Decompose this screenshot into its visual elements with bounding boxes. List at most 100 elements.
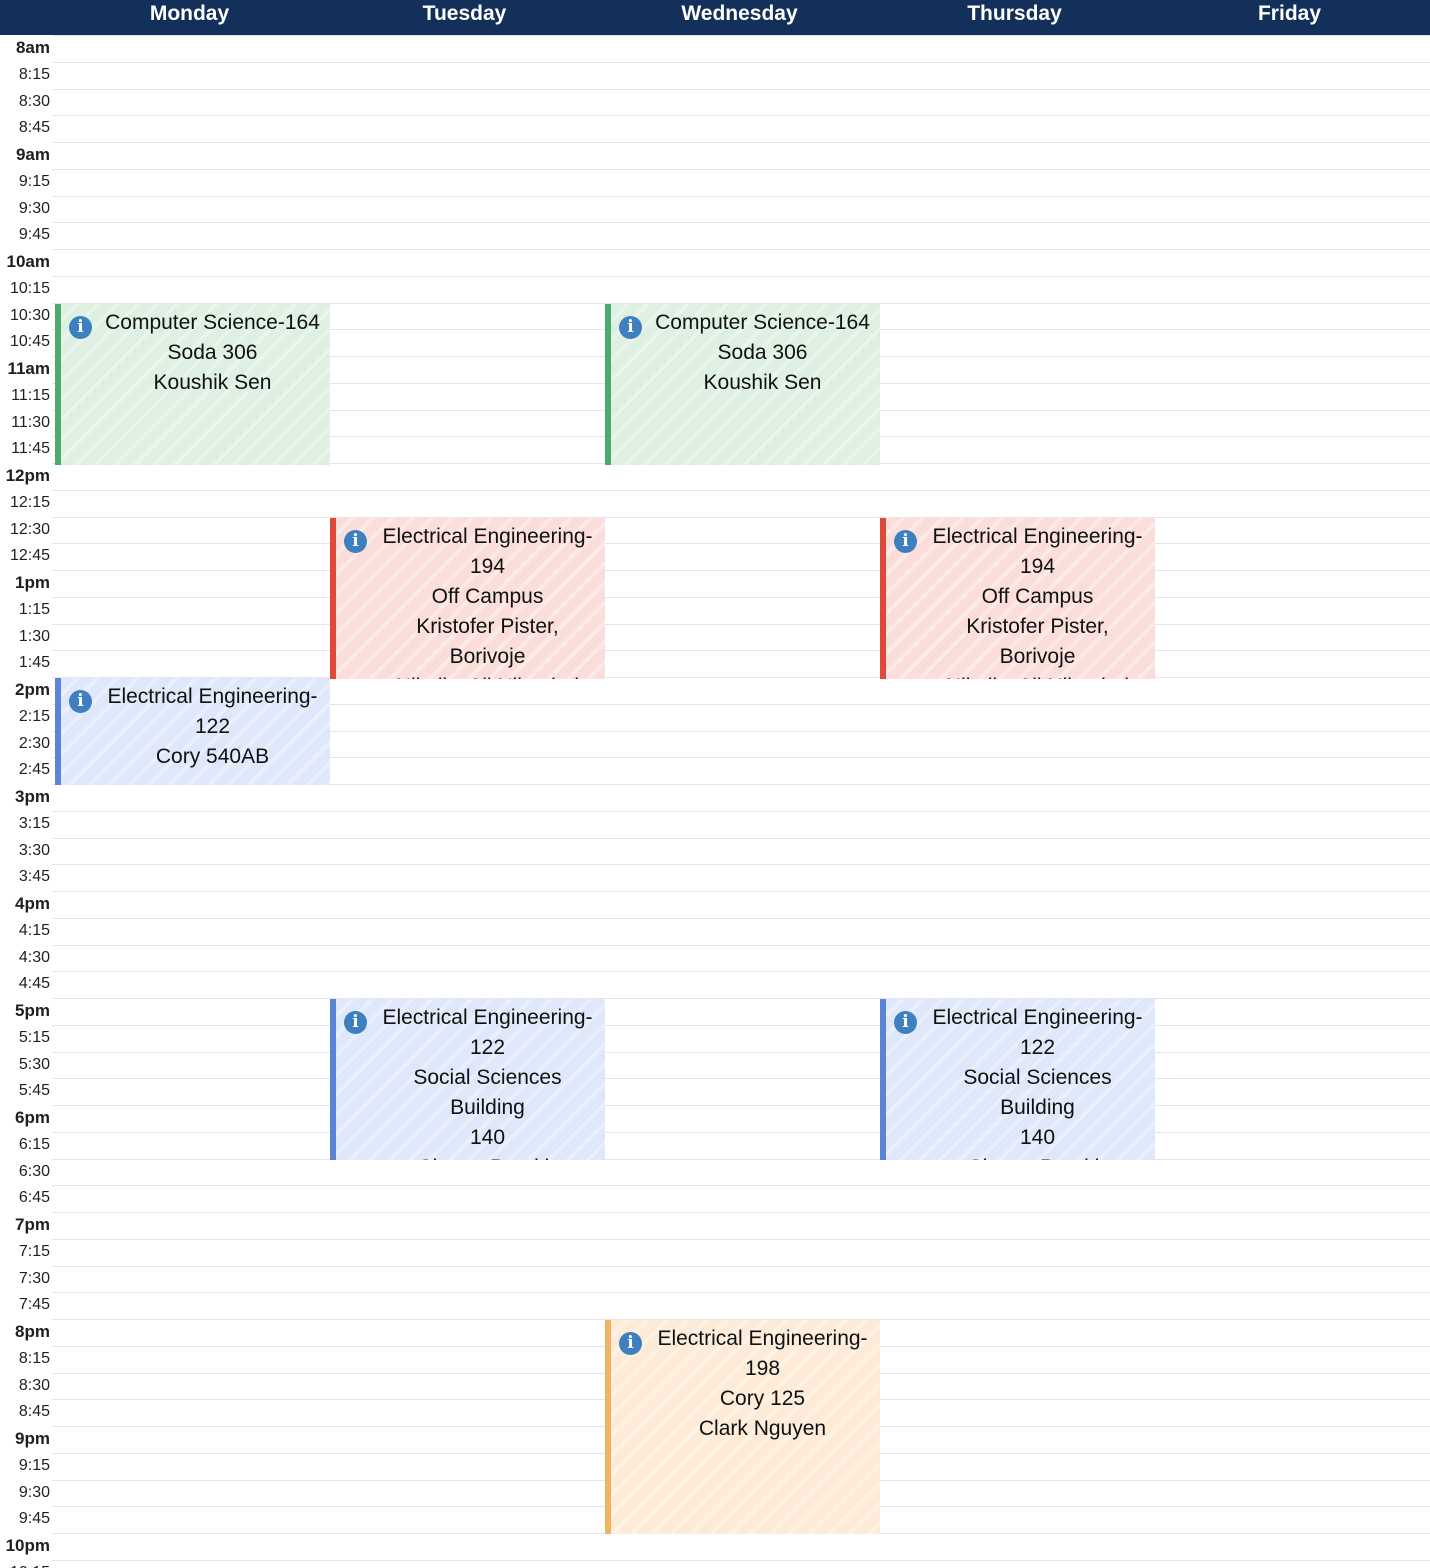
grid-line (52, 998, 1430, 999)
day-label-wednesday: Wednesday (681, 2, 798, 25)
time-label: 1:15 (18, 601, 50, 618)
time-label: 5pm (15, 1001, 50, 1020)
info-icon[interactable]: i (69, 316, 92, 339)
time-label: 7:45 (18, 1296, 50, 1313)
course-event-block[interactable]: i Electrical Engineering- 122 Social Scienc… (880, 999, 1155, 1160)
grid-line (52, 597, 1430, 598)
info-icon[interactable]: i (619, 316, 642, 339)
time-label: 10:45 (9, 333, 50, 350)
grid-line (52, 811, 1430, 812)
event-detail-line: Soda 306 (717, 341, 808, 364)
time-label: 11:15 (11, 387, 50, 404)
grid-line (52, 196, 1430, 197)
event-detail-line: Social Sciences Building (413, 1066, 562, 1119)
time-label: 7pm (15, 1215, 50, 1234)
time-label: 4:15 (18, 922, 50, 939)
grid-line (52, 1052, 1430, 1053)
event-detail-line: Koushik Sen (153, 371, 272, 394)
time-label: 1:30 (18, 628, 50, 645)
grid-line (52, 864, 1430, 865)
time-label: 3:15 (18, 815, 50, 832)
time-label: 9:15 (18, 1457, 50, 1474)
course-event-block[interactable]: i Computer Science-164 Soda 306 Koushik Sen (605, 304, 880, 465)
grid-line (52, 1239, 1430, 1240)
time-label: 9am (15, 145, 50, 164)
event-detail-line: Off Campus (431, 585, 544, 608)
grid-line (52, 971, 1430, 972)
info-icon[interactable]: i (69, 690, 92, 713)
grid-line (52, 650, 1430, 651)
time-label: 6:15 (18, 1136, 50, 1153)
grid-line (52, 222, 1430, 223)
week-grid: 8am 8:15 8:30 8:45 9am 9:15 9:30 9:45 10am 10:15 1… (0, 35, 1430, 1568)
event-detail-line: 122 (469, 1036, 506, 1059)
grid-line (52, 35, 1430, 36)
grid-line (52, 115, 1430, 116)
time-label: 4:30 (18, 949, 50, 966)
time-label: 8:45 (18, 1403, 50, 1420)
event-detail-line: Cory 540AB (155, 745, 270, 768)
grid-line (52, 624, 1430, 625)
grid-line (52, 945, 1430, 946)
event-detail-line: Shyam Parekh (926, 1153, 1149, 1160)
info-icon[interactable]: i (894, 1011, 917, 1034)
event-detail-line: Clark Nguyen (698, 1417, 827, 1440)
time-label: 10pm (5, 1536, 50, 1555)
time-label: 9:45 (18, 226, 50, 243)
grid-line (52, 1078, 1430, 1079)
time-label: 12:45 (9, 547, 50, 564)
course-event-block[interactable]: i Electrical Engineering- 122 Cory 540AB (55, 678, 330, 785)
event-detail-line: 140 (1019, 1126, 1056, 1149)
time-label: 8:15 (18, 66, 50, 83)
info-icon[interactable]: i (619, 1332, 642, 1355)
event-detail-line: 122 (194, 715, 231, 738)
event-course-title: Electrical Engineering- (932, 1006, 1143, 1029)
info-icon[interactable]: i (344, 1011, 367, 1034)
grid-line (52, 276, 1430, 277)
time-label: 4pm (15, 894, 50, 913)
event-course-title: Electrical Engineering- (107, 685, 318, 708)
event-detail-line: 122 (1019, 1036, 1056, 1059)
event-course-title: Electrical Engineering- (932, 525, 1143, 548)
time-label: 10am (6, 252, 50, 271)
time-label: 9:15 (18, 173, 50, 190)
course-event-block[interactable]: i Electrical Engineering- 194 Off Campus Kri… (880, 518, 1155, 679)
time-label: 11am (7, 359, 50, 378)
event-detail-line: 140 (469, 1126, 506, 1149)
time-label: 8:30 (18, 1377, 50, 1394)
time-label: 1:45 (18, 654, 50, 671)
grid-line (52, 891, 1430, 892)
time-label: 12:15 (9, 494, 50, 511)
time-label: 9:45 (18, 1510, 50, 1527)
event-detail-line: 194 (469, 555, 506, 578)
course-event-block[interactable]: i Electrical Engineering- 122 Social Scienc… (330, 999, 605, 1160)
time-label: 4:45 (18, 975, 50, 992)
info-icon[interactable]: i (344, 530, 367, 553)
course-event-block[interactable]: i Electrical Engineering- 198 Cory 125 Clark… (605, 1320, 880, 1534)
time-label: 12:30 (9, 521, 50, 538)
grid-line (52, 62, 1430, 63)
time-label: 8:30 (18, 93, 50, 110)
course-event-block[interactable]: i Computer Science-164 Soda 306 Koushik Sen (55, 304, 330, 465)
course-event-block[interactable]: i Electrical Engineering- 194 Off Campus Kri… (330, 518, 605, 679)
time-label: 7:30 (18, 1270, 50, 1287)
day-label-tuesday: Tuesday (422, 2, 507, 25)
day-header-bar: Monday Tuesday Wednesday Thursday Friday (0, 0, 1430, 35)
grid-line (52, 838, 1430, 839)
time-label: 1pm (15, 573, 50, 592)
info-icon[interactable]: i (894, 530, 917, 553)
event-course-title: Electrical Engineering- (382, 525, 593, 548)
grid-line (52, 1292, 1430, 1293)
event-course-title: Electrical Engineering- (657, 1327, 868, 1350)
time-label: 8:45 (18, 119, 50, 136)
time-label: 2:30 (18, 735, 50, 752)
time-label: 3pm (15, 787, 50, 806)
event-detail-line: Off Campus (981, 585, 1094, 608)
time-label: 9pm (15, 1429, 50, 1448)
time-label: 10:30 (9, 307, 50, 324)
grid-line (52, 169, 1430, 170)
grid-line (52, 543, 1430, 544)
time-label: 2pm (15, 680, 50, 699)
day-label-friday: Friday (1257, 2, 1322, 25)
event-detail-line: 198 (744, 1357, 781, 1380)
